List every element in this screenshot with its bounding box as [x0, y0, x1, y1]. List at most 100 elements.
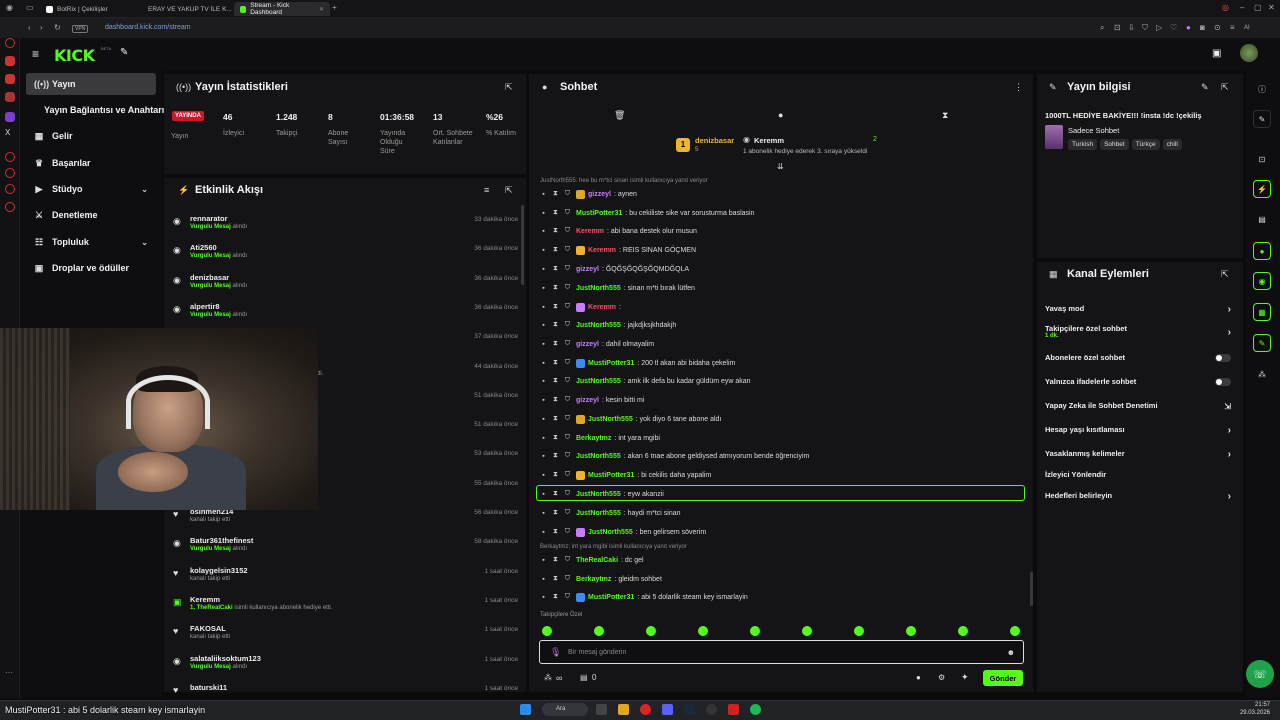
chat-message[interactable]: ▪ ⧗ ⛉ MustiPotter31: 200 tl akan abi bidaha…	[540, 356, 735, 370]
chat-username[interactable]: gizzeyl	[576, 397, 599, 404]
play-icon[interactable]: ▷	[1156, 23, 1162, 32]
chat-message[interactable]: ▪ ⧗ ⛉ Keremm:	[540, 300, 623, 314]
popout-icon[interactable]: ⇱	[1221, 269, 1229, 280]
more-sidebar-icon[interactable]: ⋯	[5, 668, 15, 678]
close-window-icon[interactable]: ✕	[1268, 3, 1275, 12]
chat-username[interactable]: Keremm	[588, 247, 616, 254]
trash-icon[interactable]: ▪	[540, 341, 547, 348]
ai-icon[interactable]: AI	[1244, 25, 1250, 31]
trash-icon[interactable]: ▪	[540, 435, 547, 442]
chat-message[interactable]: ▪ ⧗ ⛉ Keremm: REIS SINAN GÖÇMEN	[540, 243, 696, 257]
trash-icon[interactable]: ▪	[540, 472, 547, 479]
trash-icon[interactable]: ▪	[540, 529, 547, 536]
shield-icon[interactable]: ⛉	[564, 434, 571, 442]
chat-message[interactable]: ▪ ⧗ ⛉ JustNorth555: jajkdjksjkhdakjh	[540, 318, 676, 332]
hourglass-icon[interactable]: ⧗	[552, 359, 559, 367]
chat-input[interactable]: 🎙 Bir mesaj gönderin ☻	[539, 640, 1024, 664]
community-icon[interactable]: ⁂	[1253, 365, 1271, 383]
hourglass-icon[interactable]: ⧗	[552, 490, 559, 498]
close-tab-icon[interactable]: ✕	[319, 6, 324, 13]
hourglass-icon[interactable]: ⧗	[552, 209, 559, 217]
trash-icon[interactable]: ▪	[540, 594, 547, 601]
chat-message[interactable]: ▪ ⧗ ⛉ JustNorth555: sinan m*ti bırak lütfen	[540, 281, 695, 295]
activity-user[interactable]: kolaygelsin3152	[190, 566, 248, 575]
hourglass-icon[interactable]: ⧗	[552, 452, 559, 460]
chat-username[interactable]: JustNorth555	[576, 285, 621, 292]
nav-topluluk[interactable]: ☷ Topluluk ⌄	[26, 231, 156, 253]
emote-icon[interactable]	[1010, 626, 1020, 636]
chat-username[interactable]: JustNorth555	[588, 416, 633, 423]
chat-username[interactable]: gizzeyl	[576, 341, 599, 348]
windows-start-icon[interactable]	[520, 704, 531, 715]
emote-icon[interactable]	[646, 626, 656, 636]
hourglass-icon[interactable]: ⧗	[552, 575, 559, 583]
chat-message[interactable]: ▪ ⧗ ⛉ JustNorth555: akan 6 tnae abone geldi…	[540, 449, 809, 463]
trash-icon[interactable]: 🗑	[614, 110, 625, 121]
trash-icon[interactable]: ▪	[540, 378, 547, 385]
hourglass-icon[interactable]: ⧗	[552, 556, 559, 564]
shield-icon[interactable]: ⛉	[564, 556, 571, 564]
shield-icon[interactable]: ⛉	[564, 452, 571, 460]
hourglass-icon[interactable]: ⧗	[942, 110, 948, 121]
task-view-icon[interactable]	[596, 704, 607, 715]
nav-denetleme[interactable]: ⚔ Denetleme	[26, 204, 156, 226]
activity-user[interactable]: denizbasar	[190, 273, 229, 282]
tag[interactable]: Türkçe	[1131, 139, 1160, 150]
chat-username[interactable]: Berkaytmz	[576, 576, 611, 583]
trash-icon[interactable]: ▪	[540, 228, 547, 235]
chat-username[interactable]: MustiPotter31	[576, 210, 622, 217]
taskbar-clock[interactable]: 21:57 29.03.2026	[1240, 701, 1270, 717]
action-subs-only[interactable]: Abonelere özel sohbet	[1045, 353, 1235, 373]
trash-icon[interactable]: ▪	[540, 304, 547, 311]
trash-icon[interactable]: ▪	[540, 397, 547, 404]
emote-icon[interactable]	[854, 626, 864, 636]
hourglass-icon[interactable]: ⧗	[552, 246, 559, 254]
action-banned-words[interactable]: Yasaklanmış kelimeler ›	[1045, 449, 1235, 469]
popout-icon[interactable]: ⇱	[505, 185, 513, 196]
snapshot-icon[interactable]: ⊙	[1214, 23, 1221, 32]
opera-icon[interactable]: ◎	[1222, 3, 1229, 12]
chat-message[interactable]: ▪ ⧗ ⛉ gizzeyl: ĞQĞŞĞQĞŞĞQMDĞQLA	[540, 262, 689, 276]
emote-icon[interactable]	[906, 626, 916, 636]
collapse-icon[interactable]: ⇊	[777, 162, 784, 171]
hourglass-icon[interactable]: ⧗	[552, 190, 559, 198]
activity-user[interactable]: Ati2560	[190, 243, 217, 252]
chat-bubble-icon[interactable]: ●	[1253, 242, 1271, 260]
info-icon[interactable]: ⓘ	[1253, 80, 1271, 98]
tab-youtube[interactable]: ERAY VE YAKUP TV İLE K...	[138, 2, 233, 16]
more-options-icon[interactable]: ⋮	[1014, 82, 1023, 93]
shield-icon[interactable]: ⛉	[564, 415, 571, 423]
activity-user[interactable]: alpertir8	[190, 302, 220, 311]
app-sidebar-icon[interactable]	[5, 92, 15, 102]
url-field[interactable]: dashboard.kick.com/stream	[105, 24, 191, 31]
activity-user[interactable]: salataliiksoktum123	[190, 654, 261, 663]
emote-only-toggle[interactable]	[1215, 378, 1231, 386]
taskbar-search[interactable]: Ara	[542, 703, 588, 716]
shield-icon[interactable]: ⛉	[564, 303, 571, 311]
tab-kick-dashboard[interactable]: Stream - Kick Dashboard ✕	[234, 2, 330, 16]
profile-icon[interactable]: ◉	[6, 3, 13, 12]
popout-icon[interactable]: ⇱	[1221, 82, 1229, 93]
nav-yayin[interactable]: ((•)) Yayın	[26, 73, 156, 95]
reload-icon[interactable]: ↻	[54, 23, 61, 32]
shield-icon[interactable]: ⛉	[564, 490, 571, 498]
action-raid[interactable]: İzleyici Yönlendir	[1045, 470, 1235, 490]
action-ai-moderation[interactable]: Yapay Zeka ile Sohbet Denetimi ⇲	[1045, 401, 1235, 421]
spotify-taskbar-icon[interactable]	[750, 704, 761, 715]
points-icon[interactable]: ⁂	[544, 673, 552, 682]
pin-icon[interactable]: ⊡	[1114, 23, 1121, 32]
channel-icon[interactable]: ▦	[1253, 303, 1271, 321]
chat-message[interactable]: ▪ ⧗ ⛉ Keremm: abi bana destek olur musun	[540, 224, 697, 238]
trash-icon[interactable]: ▪	[540, 576, 547, 583]
emote-icon[interactable]	[958, 626, 968, 636]
category-thumbnail[interactable]	[1045, 125, 1063, 149]
hourglass-icon[interactable]: ⧗	[552, 284, 559, 292]
trash-icon[interactable]: ▪	[540, 491, 547, 498]
shield-icon[interactable]: ⛉	[564, 321, 571, 329]
shield-icon[interactable]: ⛉	[564, 265, 571, 273]
back-icon[interactable]: ‹	[28, 23, 31, 32]
chat-message[interactable]: ▪ ⧗ ⛉ JustNorth555: amk ilk defa bu kadar g…	[540, 374, 750, 388]
discord-taskbar-icon[interactable]	[662, 704, 673, 715]
activity-user[interactable]: baturski11	[190, 683, 227, 692]
gamepad-icon[interactable]: ✦	[961, 672, 969, 683]
